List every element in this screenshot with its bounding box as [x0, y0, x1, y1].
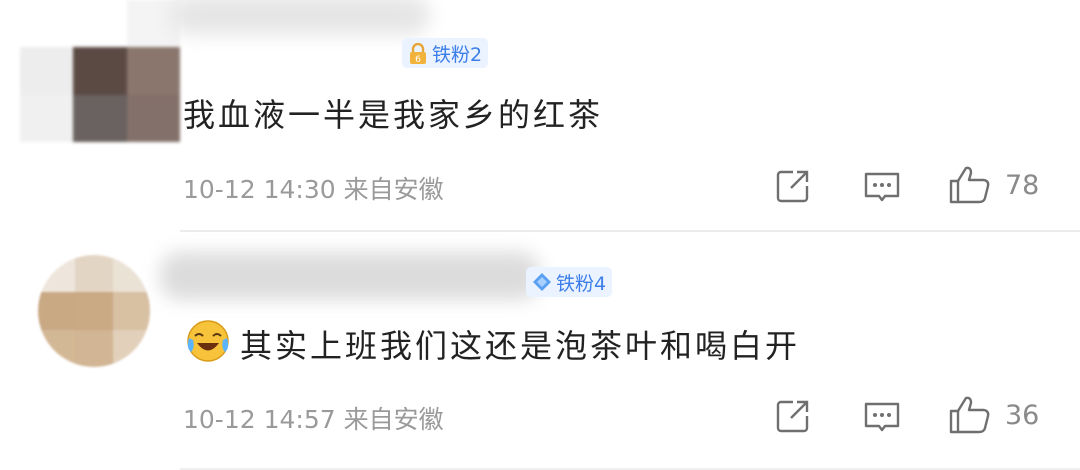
thumbs-up-icon	[949, 166, 990, 204]
fan-badge[interactable]: 铁粉4	[526, 267, 613, 297]
avatar[interactable]	[38, 255, 150, 367]
reply-button[interactable]	[862, 170, 902, 210]
laughing-crying-emoji	[187, 320, 229, 362]
comment-text: 我血液一半是我家乡的红茶	[183, 96, 604, 134]
username-blurred[interactable]	[160, 252, 540, 300]
lock-medal-icon: 6	[408, 42, 428, 65]
like-count: 36	[1005, 400, 1040, 431]
comment-icon	[864, 402, 900, 432]
comment-item: 6 铁粉2 我血液一半是我家乡的红茶 10-12 14:30 来自安徽 78	[0, 0, 1080, 230]
comment-text: 其实上班我们这还是泡茶叶和喝白开	[240, 327, 801, 365]
badge-label: 铁粉2	[432, 43, 483, 66]
location: 来自安徽	[343, 405, 444, 434]
svg-text:6: 6	[415, 55, 421, 65]
comment-meta: 10-12 14:30 来自安徽	[183, 170, 444, 206]
badge-label: 铁粉4	[556, 272, 607, 295]
like-button[interactable]	[948, 394, 992, 440]
username-blurred[interactable]	[170, 0, 430, 35]
fan-badge[interactable]: 6 铁粉2	[402, 38, 489, 68]
share-icon	[776, 170, 809, 203]
like-count: 78	[1005, 170, 1040, 201]
share-button[interactable]	[775, 168, 811, 208]
diamond-icon	[532, 272, 552, 292]
reply-button[interactable]	[862, 400, 902, 440]
share-icon	[776, 400, 809, 433]
comment-meta: 10-12 14:57 来自安徽	[183, 400, 444, 436]
like-button[interactable]	[948, 164, 992, 210]
thumbs-up-icon	[949, 396, 990, 434]
location: 来自安徽	[343, 175, 444, 204]
share-button[interactable]	[775, 398, 811, 438]
avatar[interactable]	[20, 0, 180, 142]
comment-icon	[864, 172, 900, 202]
timestamp: 10-12 14:57	[183, 405, 336, 434]
timestamp: 10-12 14:30	[183, 175, 336, 204]
